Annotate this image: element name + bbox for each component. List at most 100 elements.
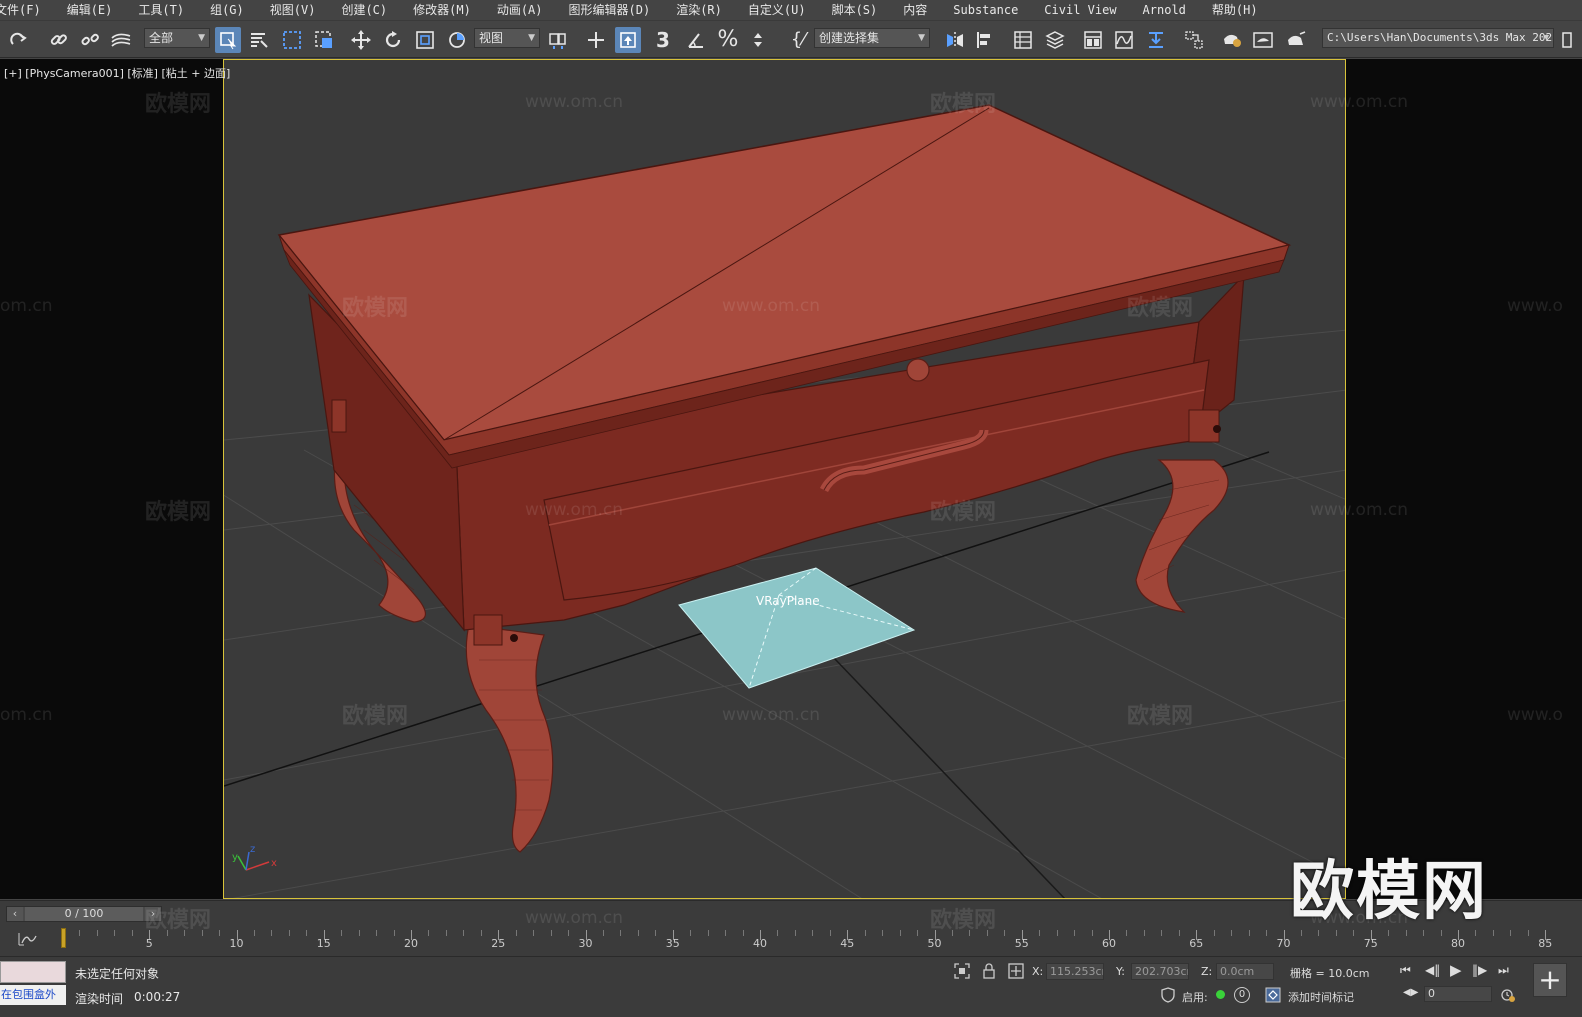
time-configuration-icon[interactable] [1500, 987, 1516, 1006]
schematic-view-icon[interactable] [1143, 27, 1169, 53]
select-manipulate-icon[interactable] [583, 27, 609, 53]
perspective-viewport[interactable]: x y z VRayPlane [223, 59, 1346, 899]
menu-item[interactable]: 自定义(U) [735, 0, 819, 20]
material-editor-icon[interactable] [1181, 27, 1207, 53]
scene-explorer-icon[interactable] [1010, 27, 1036, 53]
menu-item[interactable]: 文件(F) [0, 0, 54, 20]
previous-frame-icon[interactable]: ‹ [7, 907, 23, 921]
rectangular-selection-icon[interactable] [279, 27, 305, 53]
edit-named-selection-icon[interactable]: {⁄ [785, 27, 811, 53]
menu-item[interactable]: Arnold [1130, 0, 1199, 20]
window-crossing-icon[interactable] [311, 27, 337, 53]
named-selection-dropdown[interactable]: 创建选择集 ▼ [814, 28, 930, 48]
menu-item[interactable]: 动画(A) [484, 0, 556, 20]
frame-counter[interactable]: 0 / 100 [25, 907, 143, 921]
menu-item[interactable]: 脚本(S) [819, 0, 891, 20]
placement-icon[interactable] [444, 27, 470, 53]
side-bracket-left [331, 399, 347, 433]
isolate-selection-icon[interactable] [954, 963, 970, 982]
ruler-tick [114, 930, 116, 936]
mini-curve-editor-icon[interactable] [18, 932, 38, 949]
ruler-tick [1074, 930, 1076, 936]
drawer-knob[interactable] [906, 358, 930, 382]
snaps-toggle-icon[interactable]: 3 [650, 27, 676, 53]
ruler-tick [79, 930, 81, 936]
absolute-transform-icon[interactable] [1008, 963, 1024, 982]
ruler-tick-label: 50 [927, 937, 942, 950]
next-frame-icon[interactable]: › [145, 907, 161, 921]
ruler-tick-label: 40 [753, 937, 767, 950]
menu-item[interactable]: Civil View [1031, 0, 1129, 20]
pivot-center-icon[interactable] [545, 27, 571, 53]
status-message: 未选定任何对象 [75, 967, 160, 981]
current-frame-field[interactable]: 0 [1424, 986, 1492, 1002]
ruler-tick [1510, 930, 1512, 936]
grid-spacing: 栅格 = 10.0cm [1290, 967, 1370, 980]
unlink-icon[interactable] [77, 27, 103, 53]
set-project-folder-icon[interactable] [1557, 27, 1577, 53]
align-icon[interactable] [972, 27, 998, 53]
viewport-shield-icon[interactable] [1160, 987, 1176, 1006]
time-slider[interactable]: ‹ 0 / 100 › [6, 906, 162, 922]
menu-item[interactable]: 图形编辑器(D) [556, 0, 664, 20]
project-folder-dropdown[interactable]: C:\Users\Han\Documents\3ds Max 2022 ▼ [1322, 28, 1554, 48]
selection-filter-dropdown[interactable]: 全部 ▼ [144, 28, 210, 48]
render-setup-icon[interactable] [1219, 27, 1245, 53]
move-icon[interactable] [348, 27, 374, 53]
menu-item[interactable]: 帮助(H) [1199, 0, 1271, 20]
z-coord-field[interactable]: 0.0cm [1216, 963, 1274, 980]
x-coord-field[interactable]: 115.253cm [1046, 963, 1104, 980]
add-time-tag[interactable]: 添加时间标记 [1288, 989, 1354, 1005]
vray-plane-label: VRayPlane [756, 594, 820, 608]
y-coord-field[interactable]: 202.703cm [1131, 963, 1189, 980]
previous-key-icon[interactable]: ◀‖ [1425, 963, 1440, 977]
menu-item[interactable]: 修改器(M) [400, 0, 484, 20]
mirror-icon[interactable] [942, 27, 968, 53]
keyboard-shortcut-override-icon[interactable] [615, 27, 641, 53]
maxscript-output[interactable]: 在包围盒外 [0, 985, 66, 1005]
next-key-icon[interactable]: ‖▶ [1472, 963, 1487, 977]
maxscript-listener-box[interactable] [0, 961, 66, 983]
render-production-icon[interactable] [1283, 27, 1309, 53]
menu-item[interactable]: 创建(C) [328, 0, 400, 20]
go-to-start-icon[interactable]: ⏮ [1400, 963, 1411, 978]
frame-spinner-icon[interactable]: ◀▶ [1403, 987, 1418, 998]
viewport-label[interactable]: [+] [PhysCamera001] [标准] [粘土 + 边面] [4, 65, 230, 81]
ruler-tick-label: 60 [1102, 937, 1116, 950]
select-object-icon[interactable] [215, 27, 241, 53]
spinner-snap-icon[interactable] [747, 27, 773, 53]
current-time-marker[interactable] [61, 928, 66, 948]
link-icon[interactable] [46, 27, 72, 53]
ruler-tick [655, 930, 657, 936]
select-by-name-icon[interactable] [246, 27, 272, 53]
add-command-panel-icon[interactable]: + [1533, 963, 1567, 997]
menu-item[interactable]: 编辑(E) [54, 0, 126, 20]
curve-editor-icon[interactable] [1111, 27, 1137, 53]
menu-item[interactable]: 渲染(R) [663, 0, 735, 20]
percent-snap-icon[interactable]: % [715, 27, 741, 53]
menu-item[interactable]: 组(G) [197, 0, 257, 20]
ruler-tick [1091, 930, 1093, 936]
menu-item[interactable]: 视图(V) [257, 0, 329, 20]
menu-item[interactable]: 内容 [890, 0, 940, 20]
ribbon-toggle-icon[interactable] [1080, 27, 1106, 53]
layer-explorer-icon[interactable] [1042, 27, 1068, 53]
menu-item[interactable]: Substance [940, 0, 1031, 20]
vray-plane[interactable] [678, 567, 916, 689]
scale-icon[interactable] [412, 27, 438, 53]
ruler-tick [550, 930, 552, 936]
ruler-tick [253, 930, 255, 936]
redo-icon[interactable] [6, 27, 32, 53]
bind-space-warp-icon[interactable] [108, 27, 134, 53]
selection-lock-icon[interactable] [982, 963, 996, 982]
reference-coordinate-dropdown[interactable]: 视图 ▼ [474, 28, 540, 48]
rotate-icon[interactable] [380, 27, 406, 53]
go-to-end-icon[interactable]: ⏭ [1498, 963, 1509, 978]
rendered-frame-window-icon[interactable] [1250, 27, 1276, 53]
play-icon[interactable]: ▶ [1450, 961, 1462, 979]
angle-snap-icon[interactable] [683, 27, 709, 53]
enable-count-badge[interactable]: 0 [1234, 987, 1250, 1003]
menu-item[interactable]: 工具(T) [125, 0, 197, 20]
time-tag-icon[interactable] [1265, 987, 1281, 1006]
ruler-tick [358, 930, 360, 936]
